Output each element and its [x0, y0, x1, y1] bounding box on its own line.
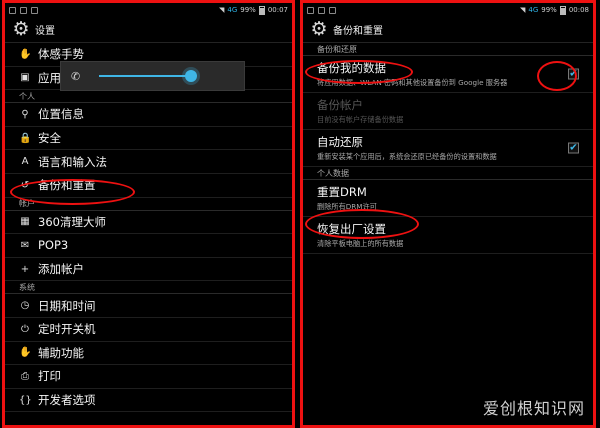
preference-row[interactable]: 恢复出厂设置清除平板电脑上的所有数据: [303, 217, 593, 254]
preference-row: 备份帐户目前没有帐户存储备份数据: [303, 93, 593, 130]
settings-item-label: 安全: [38, 131, 61, 146]
battery-icon: [258, 5, 265, 15]
settings-item-label: 添加帐户: [38, 262, 84, 277]
page-title: 设置: [35, 26, 55, 37]
email-icon: ✉: [20, 239, 30, 251]
notification-icon: [31, 6, 38, 14]
preference-title: 恢复出厂设置: [317, 222, 386, 236]
page-title: 备份和重置: [333, 26, 383, 37]
settings-item-label: 开发者选项: [38, 393, 96, 408]
developer-icon: {}: [19, 394, 32, 406]
preference-summary: 重新安装某个应用后，系统会还原已经备份的设置和数据: [317, 152, 497, 161]
preference-summary: 目前没有帐户存储备份数据: [317, 115, 404, 124]
settings-item[interactable]: ⏻ 定时开关机: [5, 318, 292, 342]
network-type: 4G: [528, 6, 539, 14]
notification-icon: [9, 6, 16, 14]
settings-item-label: 定时开关机: [38, 322, 96, 337]
settings-item-label: 辅助功能: [38, 345, 84, 360]
network-type: 4G: [227, 6, 238, 14]
checkbox-checked-icon[interactable]: ✔: [568, 68, 579, 80]
language-icon: A: [21, 156, 29, 168]
settings-item[interactable]: ⎙ 打印: [5, 365, 292, 389]
settings-item-label: 360清理大师: [38, 214, 106, 229]
wifi-icon: ◥: [519, 6, 526, 14]
notification-icon: [20, 6, 27, 14]
clock: 00:08: [568, 6, 589, 14]
settings-item-label: 位置信息: [38, 107, 84, 122]
phone-icon: ✆: [71, 69, 81, 83]
section-header: 帐户: [5, 198, 292, 211]
settings-item-label: POP3: [38, 238, 69, 253]
preference-title: 备份帐户: [317, 98, 363, 112]
settings-item-label: 日期和时间: [38, 298, 96, 313]
backup-icon: ↺: [20, 179, 30, 191]
preference-row[interactable]: 重置DRM 删除所有DRM许可: [303, 180, 593, 217]
accessibility-icon: ✋: [19, 347, 32, 359]
clock-icon: ◷: [20, 300, 30, 312]
settings-item[interactable]: {} 开发者选项: [5, 389, 292, 413]
preference-title: 重置DRM: [317, 185, 367, 199]
action-bar: ⚙ 备份和重置: [303, 17, 593, 43]
watermark-text: 爱创根知识网: [482, 399, 585, 418]
settings-list: ✋ 体感手势 ▣ 应用个人 ⚲ 位置信息 🔒 安全 A 语言和输入法 ↺ 备份和重置帐户 ▦ 360清理大…: [5, 43, 292, 413]
section-header: 系统: [5, 281, 292, 295]
battery-icon: [559, 5, 566, 15]
settings-item[interactable]: A 语言和输入法: [5, 150, 292, 174]
back-gear-icon[interactable]: ⚙: [309, 20, 329, 40]
settings-panel: ◥ 4G 99% 00:07 ⚙ 设置 ✋ 体感手势 ▣ 应用个人 ⚲ 位置信息 🔒 安全 A 语…: [2, 0, 295, 428]
slider-thumb[interactable]: [185, 70, 197, 82]
battery-percent: 99%: [240, 6, 256, 14]
settings-item-label: 应用: [38, 70, 61, 85]
settings-item-label: 语言和输入法: [38, 154, 107, 169]
section-header-backup: 备份和还原: [303, 43, 593, 56]
backup-reset-panel: ◥ 4G 99% 00:08 ⚙ 备份和重置 备份和还原 备份我的数据将应用数据…: [300, 0, 596, 428]
settings-item[interactable]: ⚲ 位置信息: [5, 103, 292, 127]
360-icon: ▦: [20, 216, 30, 228]
preference-title: 备份我的数据: [317, 61, 386, 75]
volume-popup: ✆: [60, 61, 245, 91]
print-icon: ⎙: [21, 370, 29, 382]
section-header: 个人: [5, 90, 292, 104]
preference-title: 自动还原: [317, 135, 363, 149]
apps-icon: ▣: [20, 72, 30, 84]
settings-item-label: 打印: [38, 369, 61, 384]
section-header-personal-data: 个人数据: [303, 167, 593, 180]
clock: 00:07: [267, 6, 288, 14]
settings-item[interactable]: ◷ 日期和时间: [5, 294, 292, 318]
settings-item[interactable]: ✉ POP3: [5, 234, 292, 258]
slider-track: [99, 75, 191, 77]
notification-icon: [318, 6, 325, 14]
battery-percent: 99%: [541, 6, 557, 14]
preference-summary: 清除平板电脑上的所有数据: [317, 239, 404, 248]
power-icon: ⏻: [21, 323, 29, 335]
notification-icon: [307, 6, 314, 14]
volume-slider[interactable]: [99, 69, 197, 83]
settings-item[interactable]: + 添加帐户: [5, 258, 292, 282]
status-bar: ◥ 4G 99% 00:08: [303, 3, 593, 17]
add-icon: +: [20, 263, 30, 275]
preference-summary: 删除所有DRM许可: [317, 202, 377, 211]
motion-icon: ✋: [19, 48, 32, 60]
settings-gear-icon[interactable]: ⚙: [11, 20, 31, 40]
wifi-icon: ◥: [218, 6, 225, 14]
preference-summary: 将应用数据、WLAN 密码和其他设置备份到 Google 服务器: [317, 78, 508, 87]
notification-icon: [329, 6, 336, 14]
checkbox-checked-icon[interactable]: ✔: [568, 142, 579, 154]
settings-item[interactable]: ✋ 辅助功能: [5, 342, 292, 366]
preference-row[interactable]: 备份我的数据将应用数据、WLAN 密码和其他设置备份到 Google 服务器 ✔: [303, 56, 593, 93]
settings-item[interactable]: 🔒 安全: [5, 127, 292, 151]
lock-icon: 🔒: [19, 132, 32, 144]
settings-item[interactable]: ▦ 360清理大师: [5, 211, 292, 235]
settings-item[interactable]: ↺ 备份和重置: [5, 174, 292, 198]
status-bar: ◥ 4G 99% 00:07: [5, 3, 292, 17]
location-icon: ⚲: [21, 108, 29, 120]
preference-row[interactable]: 自动还原重新安装某个应用后，系统会还原已经备份的设置和数据 ✔: [303, 130, 593, 167]
action-bar: ⚙ 设置: [5, 17, 292, 43]
settings-item-label: 备份和重置: [38, 178, 96, 193]
settings-item-label: 体感手势: [38, 47, 84, 62]
